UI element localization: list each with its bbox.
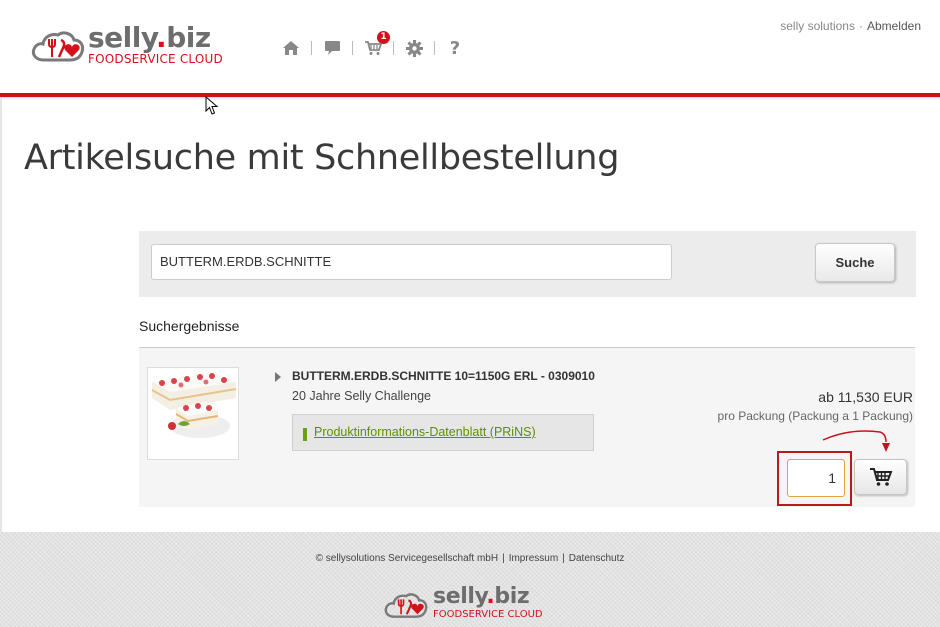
product-cake-image [148,368,238,459]
results-heading: Suchergebnisse [139,318,240,334]
speech-bubble-icon [324,41,340,55]
product-image[interactable] [147,367,239,460]
footer-links: © sellysolutions Servicegesellschaft mbH… [0,553,940,564]
product-packaging: pro Packung (Packung a 1 Packung) [717,409,913,423]
footer-impressum-link[interactable]: Impressum [509,553,558,564]
search-button[interactable]: Suche [815,243,895,282]
header-shadow [0,97,940,100]
add-to-cart-button[interactable] [854,459,907,495]
logo-tagline: FOODSERVICE CLOUD [88,52,223,66]
gear-icon [405,39,423,57]
cloud-logo-icon [384,593,428,618]
footer-separator: | [562,553,565,564]
logout-link[interactable]: Abmelden [867,19,921,33]
search-panel: BUTTERM.ERDB.SCHNITTE Suche [139,231,916,297]
quantity-input[interactable]: 1 [787,459,845,497]
selly-logo[interactable]: selly.biz FOODSERVICE CLOUD [30,21,235,70]
home-icon [283,41,299,55]
page-title: Artikelsuche mit Schnellbestellung [24,138,620,178]
nav-separator [434,41,435,55]
header: selly.biz FOODSERVICE CLOUD 1 ? selly so… [0,0,940,98]
footer-logo[interactable]: selly.biz FOODSERVICE CLOUD [383,584,563,622]
product-price: ab 11,530 EUR [818,389,913,405]
nav-help[interactable]: ? [445,37,465,59]
nav-settings[interactable] [404,38,424,58]
footer-logo-brand: selly.biz [433,584,530,609]
product-subtitle: 20 Jahre Selly Challenge [292,389,431,403]
nav-separator [352,41,353,55]
product-datasheet-link[interactable]: Produktinformations-Datenblatt (PRiNS) [314,425,536,439]
content-left-border [0,98,2,532]
mouse-pointer-icon [205,96,219,115]
nav-cart[interactable]: 1 [363,31,390,58]
info-icon [303,424,307,441]
help-icon: ? [449,37,461,59]
main-nav: 1 ? [281,31,465,60]
nav-home[interactable] [281,38,301,58]
product-info-box: Produktinformations-Datenblatt (PRiNS) [292,414,594,451]
search-input[interactable]: BUTTERM.ERDB.SCHNITTE [151,244,672,280]
nav-separator [393,41,394,55]
cloud-logo-icon [31,31,85,62]
expand-arrow-icon[interactable] [275,372,281,382]
red-hint-arrow-icon [822,430,890,452]
product-name[interactable]: BUTTERM.ERDB.SCHNITTE 10=1150G ERL - 030… [292,369,595,383]
user-menu: selly solutions · Abmelden [780,19,921,33]
nav-messages[interactable] [322,38,342,58]
footer-datenschutz-link[interactable]: Datenschutz [569,553,625,564]
logo-brand-text: selly.biz [88,21,211,54]
footer: © sellysolutions Servicegesellschaft mbH… [0,532,940,627]
cart-add-icon [869,468,892,486]
footer-copyright: © sellysolutions Servicegesellschaft mbH [315,553,499,564]
result-row: BUTTERM.ERDB.SCHNITTE 10=1150G ERL - 030… [139,348,915,507]
footer-separator: | [502,553,505,564]
nav-separator [311,41,312,55]
footer-logo-tagline: FOODSERVICE CLOUD [433,609,543,620]
company-name: selly solutions [780,19,855,33]
cart-count-badge: 1 [377,31,390,44]
user-menu-separator: · [858,19,863,33]
